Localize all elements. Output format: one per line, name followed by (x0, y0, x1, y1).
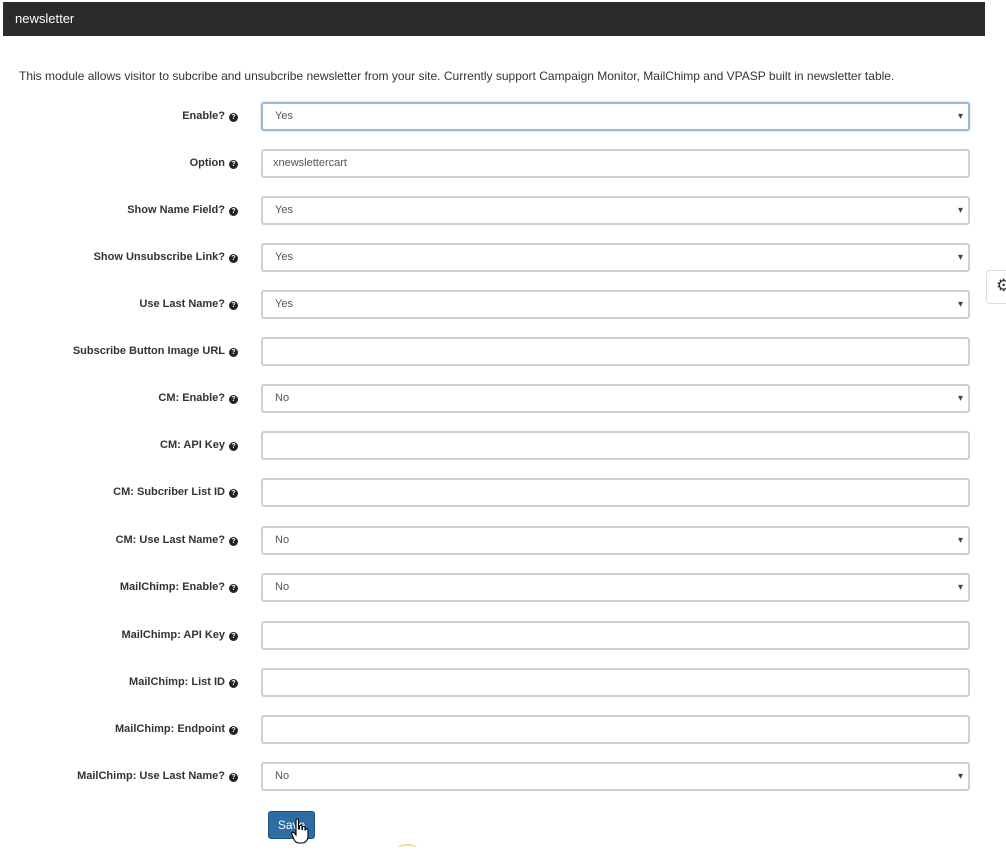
select-value: Yes (275, 251, 293, 263)
select-value: Yes (275, 110, 293, 122)
question-circle-icon[interactable]: ? (229, 584, 238, 593)
field-label: Show Name Field?? (127, 196, 238, 225)
mailchimp-endpoint-input[interactable] (261, 715, 970, 744)
chevron-down-icon: ▾ (957, 205, 963, 216)
select-value: Yes (275, 204, 293, 216)
module-description: This module allows visitor to subcribe a… (19, 69, 895, 83)
mailchimp-list-id-input[interactable] (261, 668, 970, 697)
form-row-cm-api-key: CM: API Key? (0, 431, 1006, 460)
gear-icon[interactable]: ⚙ (986, 270, 1006, 304)
input-value: xnewslettercart (273, 157, 347, 169)
question-circle-icon[interactable]: ? (229, 113, 238, 122)
question-circle-icon[interactable]: ? (229, 442, 238, 451)
chevron-down-icon: ▾ (957, 771, 963, 782)
cm-subscriber-list-id-input[interactable] (261, 478, 970, 507)
form-row-show-name-field: Show Name Field?? Yes ▾ (0, 196, 1006, 225)
form-row-mailchimp-list-id: MailChimp: List ID? (0, 668, 1006, 697)
question-circle-icon[interactable]: ? (229, 679, 238, 688)
cm-api-key-input[interactable] (261, 431, 970, 460)
panel-title: newsletter (15, 11, 75, 26)
question-circle-icon[interactable]: ? (229, 160, 238, 169)
chevron-down-icon: ▾ (957, 393, 963, 404)
field-label: MailChimp: List ID? (129, 668, 238, 697)
form-row-mailchimp-api-key: MailChimp: API Key? (0, 621, 1006, 650)
field-label: Option? (190, 149, 238, 178)
cm-use-last-name-select[interactable]: No ▾ (261, 526, 970, 555)
field-label: Subscribe Button Image URL? (73, 337, 238, 366)
mailchimp-use-last-name-select[interactable]: No ▾ (261, 762, 970, 791)
question-circle-icon[interactable]: ? (229, 348, 238, 357)
form-row-enable: Enable?? Yes ▾ (0, 102, 1006, 131)
select-value: No (275, 581, 290, 593)
form-row-mailchimp-enable: MailChimp: Enable?? No ▾ (0, 573, 1006, 602)
question-circle-icon[interactable]: ? (229, 301, 238, 310)
question-circle-icon[interactable]: ? (229, 395, 238, 404)
chevron-down-icon: ▾ (957, 111, 963, 122)
chevron-down-icon: ▾ (957, 299, 963, 310)
chevron-down-icon: ▾ (957, 582, 963, 593)
question-circle-icon[interactable]: ? (229, 773, 238, 782)
panel-header: newsletter (3, 2, 985, 36)
select-value: No (275, 534, 290, 546)
mailchimp-enable-select[interactable]: No ▾ (261, 573, 970, 602)
question-circle-icon[interactable]: ? (229, 207, 238, 216)
show-name-field-select[interactable]: Yes ▾ (261, 196, 970, 225)
form-row-cm-use-last-name: CM: Use Last Name?? No ▾ (0, 526, 1006, 555)
use-last-name-select[interactable]: Yes ▾ (261, 290, 970, 319)
form-row-cm-subscriber-list-id: CM: Subcriber List ID? (0, 478, 1006, 507)
chevron-down-icon: ▾ (957, 535, 963, 546)
form-row-mailchimp-endpoint: MailChimp: Endpoint? (0, 715, 1006, 744)
enable-select[interactable]: Yes ▾ (261, 102, 970, 131)
chevron-down-icon: ▾ (957, 252, 963, 263)
question-circle-icon[interactable]: ? (229, 537, 238, 546)
field-label: Enable?? (182, 102, 238, 131)
hand-pointer-icon (291, 818, 309, 844)
question-circle-icon[interactable]: ? (229, 632, 238, 641)
option-input[interactable]: xnewslettercart (261, 149, 970, 178)
question-circle-icon[interactable]: ? (229, 726, 238, 735)
form-row-cm-enable: CM: Enable?? No ▾ (0, 384, 1006, 413)
question-circle-icon[interactable]: ? (229, 254, 238, 263)
question-circle-icon[interactable]: ? (229, 489, 238, 498)
loading-indicator (397, 844, 417, 852)
form-row-use-last-name: Use Last Name?? Yes ▾ (0, 290, 1006, 319)
field-label: CM: Use Last Name?? (116, 526, 238, 555)
cm-enable-select[interactable]: No ▾ (261, 384, 970, 413)
field-label: MailChimp: Endpoint? (115, 715, 238, 744)
form-row-option: Option? xnewslettercart (0, 149, 1006, 178)
form-row-show-unsubscribe-link: Show Unsubscribe Link?? Yes ▾ (0, 243, 1006, 272)
select-value: Yes (275, 298, 293, 310)
field-label: CM: Enable?? (158, 384, 238, 413)
field-label: MailChimp: Use Last Name?? (77, 762, 238, 791)
subscribe-button-image-url-input[interactable] (261, 337, 970, 366)
mailchimp-api-key-input[interactable] (261, 621, 970, 650)
field-label: CM: Subcriber List ID? (113, 478, 238, 507)
select-value: No (275, 770, 290, 782)
form-row-mailchimp-use-last-name: MailChimp: Use Last Name?? No ▾ (0, 762, 1006, 791)
form-row-subscribe-button-image-url: Subscribe Button Image URL? (0, 337, 1006, 366)
field-label: Show Unsubscribe Link?? (94, 243, 238, 272)
field-label: MailChimp: API Key? (122, 621, 238, 650)
field-label: MailChimp: Enable?? (120, 573, 238, 602)
field-label: CM: API Key? (160, 431, 238, 460)
select-value: No (275, 392, 290, 404)
field-label: Use Last Name?? (139, 290, 238, 319)
show-unsubscribe-link-select[interactable]: Yes ▾ (261, 243, 970, 272)
